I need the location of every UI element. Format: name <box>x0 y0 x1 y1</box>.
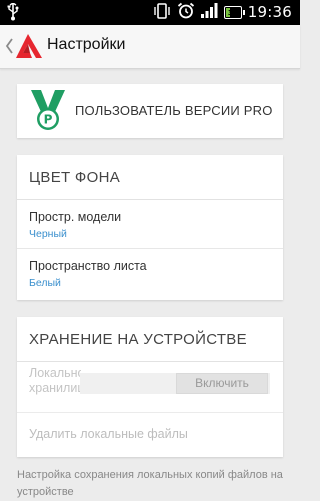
alarm-icon <box>177 2 195 23</box>
pro-user-card: P ПОЛЬЗОВАТЕЛЬ ВЕРСИИ PRO <box>17 84 283 138</box>
storage-description: Настройка сохранения локальных копий фай… <box>17 469 283 498</box>
enable-button[interactable]: Включить <box>176 373 268 394</box>
delete-local-files-label: Удалить локальные файлы <box>29 427 188 441</box>
vibrate-icon <box>153 2 171 23</box>
usb-icon <box>7 2 19 25</box>
setting-row-model-space[interactable]: Простр. модели Черный <box>17 200 283 249</box>
delete-local-files-row[interactable]: Удалить локальные файлы <box>17 413 283 458</box>
clock: 19:36 <box>247 3 292 21</box>
setting-value: Белый <box>29 277 61 289</box>
setting-title: Пространство листа <box>29 259 147 273</box>
background-color-card: ЦВЕТ ФОНА Простр. модели Черный Простран… <box>17 155 283 300</box>
page-title: Настройки <box>47 36 126 53</box>
app-bar: Настройки <box>0 25 300 69</box>
section-header-storage: ХРАНЕНИЕ НА УСТРОЙСТВЕ <box>17 317 283 362</box>
setting-value: Черный <box>29 228 67 240</box>
signal-icon <box>200 3 218 22</box>
status-icons: 30 19:36 <box>153 0 292 25</box>
battery-icon: 30 <box>223 6 245 19</box>
pro-badge-letter: P <box>44 113 53 127</box>
autocad-logo-icon[interactable] <box>15 33 43 63</box>
status-bar: 30 19:36 <box>0 0 300 25</box>
section-header-background: ЦВЕТ ФОНА <box>17 155 283 200</box>
local-storage-label: Локальное хранилище <box>29 366 81 395</box>
setting-row-paper-space[interactable]: Пространство листа Белый <box>17 249 283 298</box>
device-storage-card: ХРАНЕНИЕ НА УСТРОЙСТВЕ Локальное хранили… <box>17 317 283 457</box>
chevron-left-icon[interactable] <box>5 38 14 58</box>
setting-title: Простр. модели <box>29 210 122 224</box>
pro-badge-icon: P <box>28 88 68 138</box>
pro-user-label: ПОЛЬЗОВАТЕЛЬ ВЕРСИИ PRO <box>75 103 273 118</box>
battery-label: 30 <box>227 8 238 17</box>
local-storage-row: Локальное хранилище Включить <box>17 362 283 413</box>
